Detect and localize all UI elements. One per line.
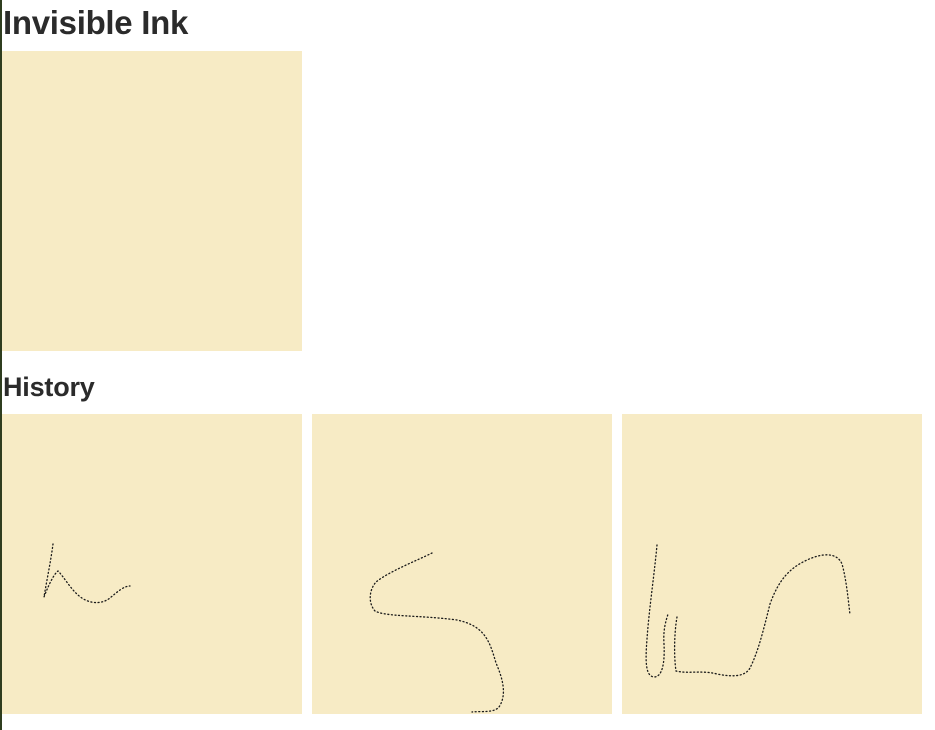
ink-stroke-drawing — [43, 543, 131, 604]
page-title: Invisible Ink — [3, 4, 188, 41]
ink-stroke-drawing — [645, 544, 851, 678]
drawing-canvas[interactable] — [2, 51, 302, 351]
ink-stroke-drawing — [369, 552, 505, 713]
history-list — [2, 414, 922, 714]
history-item[interactable] — [312, 414, 612, 714]
history-heading: History — [3, 372, 95, 402]
history-item[interactable] — [2, 414, 302, 714]
history-item[interactable] — [622, 414, 922, 714]
